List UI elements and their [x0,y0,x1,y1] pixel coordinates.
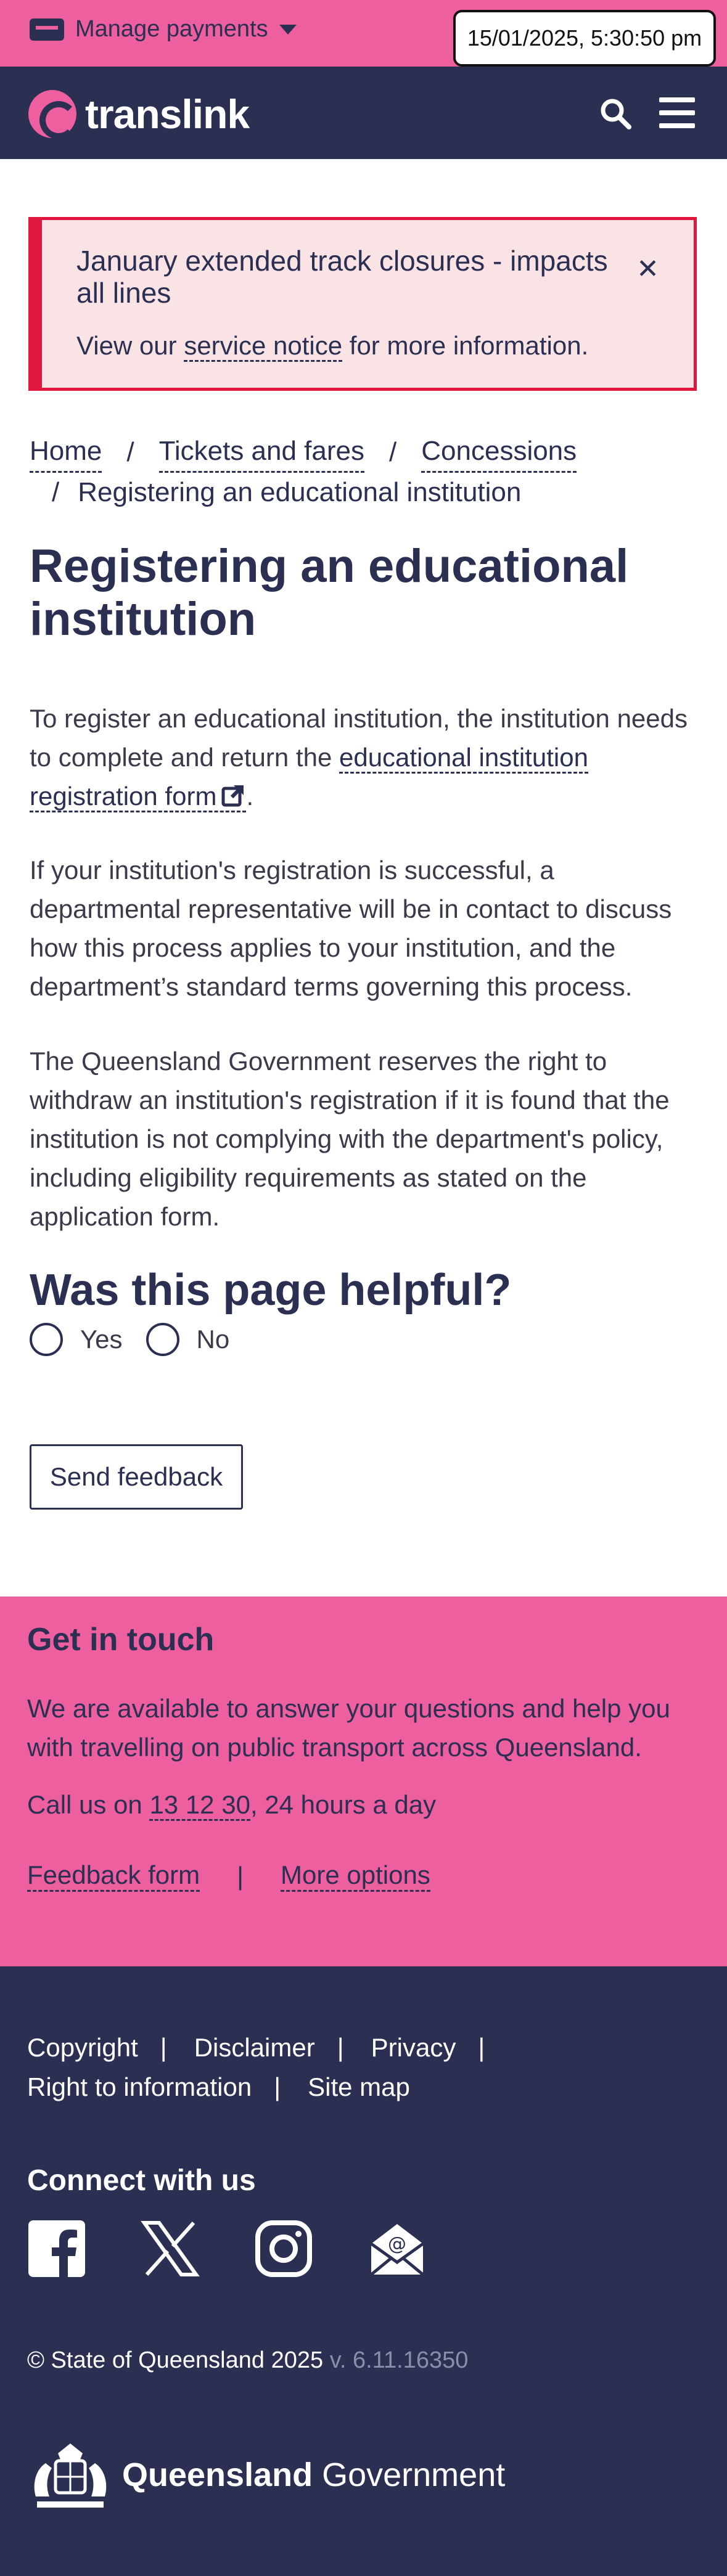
alert-body-prefix: View our [76,331,177,360]
get-in-touch-text: We are available to answer your question… [27,1694,670,1762]
success-paragraph: If your institution's registration is su… [30,856,672,1001]
manage-payments-button[interactable]: Manage payments [30,16,297,43]
more-options-link[interactable]: More options [281,1860,430,1892]
breadcrumb-separator: / [126,436,134,467]
breadcrumb-separator: / [389,436,397,467]
breadcrumb-separator: / [52,477,60,507]
copyright-text: © State of Queensland 2025 v. 6.11.16350 [27,2347,468,2374]
top-bar: Manage payments 15/01/2025, 5:30:50 pm [0,0,727,67]
footer-separator: | [160,2033,167,2062]
footer-links: Copyright | Disclaimer | Privacy | Right to i… [27,2028,705,2107]
footer-link-site-map[interactable]: Site map [308,2072,410,2101]
call-us-text: Call us on 13 12 30, 24 hours a day [27,1790,437,1821]
helpful-question: Was this page helpful? [30,1266,512,1315]
footer-link-disclaimer[interactable]: Disclaimer [194,2033,315,2062]
instagram-icon[interactable] [254,2219,313,2278]
version-label: v. 6.11.16350 [329,2347,469,2373]
call-prefix: Call us on [27,1790,142,1819]
site-footer: Copyright | Disclaimer | Privacy | Right to i… [0,1966,727,2576]
footer-link-privacy[interactable]: Privacy [371,2033,456,2062]
government-paragraph: The Queensland Government reserves the r… [30,1047,670,1231]
send-feedback-button[interactable]: Send feedback [30,1444,243,1510]
gov-wordmark-bold: Queensland [122,2456,313,2493]
contact-links: Feedback form | More options [27,1860,430,1892]
call-suffix: , 24 hours a day [250,1790,437,1819]
no-label: No [196,1325,230,1354]
facebook-icon[interactable] [27,2219,86,2278]
get-in-touch-section: Get in touch We are available to answer … [0,1597,727,1966]
no-radio[interactable] [146,1323,179,1356]
datetime-display: 15/01/2025, 5:30:50 pm [453,10,716,67]
breadcrumb-concessions[interactable]: Concessions [421,431,577,473]
alert-body: View our service notice for more informa… [76,331,589,362]
email-icon[interactable]: @ [368,2219,427,2278]
footer-separator: | [478,2033,485,2062]
footer-link-right-to-information[interactable]: Right to information [27,2072,252,2101]
svg-text:@: @ [388,2233,406,2255]
footer-link-copyright[interactable]: Copyright [27,2033,138,2062]
intro-paragraph: To register an educational institution, … [30,699,702,816]
x-icon[interactable] [141,2219,200,2278]
queensland-crest-icon [34,2443,107,2508]
gov-wordmark-rest: Government [322,2456,506,2493]
breadcrumb-tickets-and-fares[interactable]: Tickets and fares [158,431,365,473]
yes-label: Yes [80,1325,123,1354]
alert-body-suffix: for more information. [349,331,589,360]
service-alert: January extended track closures - impact… [28,217,697,391]
link-separator: | [237,1861,244,1891]
breadcrumb: Home / Tickets and fares / Concessions /… [30,431,702,512]
alert-title: January extended track closures - impact… [76,245,608,309]
page-title: Registering an educational institution [30,540,629,645]
government-wordmark: Queensland Government [122,2456,505,2494]
social-links: @ [27,2219,427,2278]
breadcrumb-home[interactable]: Home [30,431,102,473]
translink-logo[interactable]: translink [28,90,250,139]
get-in-touch-title: Get in touch [27,1622,215,1658]
phone-link[interactable]: 13 12 30 [149,1790,250,1821]
intro-suffix: . [246,782,254,811]
footer-separator: | [337,2033,344,2062]
footer-separator: | [274,2072,281,2101]
brand-name: translink [85,91,250,137]
translink-logo-icon [28,90,78,139]
connect-heading: Connect with us [27,2164,256,2197]
copyright-label: © State of Queensland 2025 [27,2347,324,2373]
external-link-icon [221,785,244,807]
service-notice-link[interactable]: service notice [184,331,343,362]
search-icon[interactable] [599,97,631,129]
card-icon [30,18,64,41]
chevron-down-icon [279,24,297,35]
close-icon[interactable]: ✕ [636,253,659,285]
yes-radio[interactable] [30,1323,63,1356]
helpful-options: Yes No [30,1323,253,1356]
site-header: translink [0,67,727,159]
breadcrumb-current: Registering an educational institution [78,477,522,507]
queensland-government-logo[interactable]: Queensland Government [27,2435,505,2515]
manage-payments-label: Manage payments [75,16,268,42]
feedback-form-link[interactable]: Feedback form [27,1860,200,1892]
menu-icon[interactable] [659,97,695,128]
